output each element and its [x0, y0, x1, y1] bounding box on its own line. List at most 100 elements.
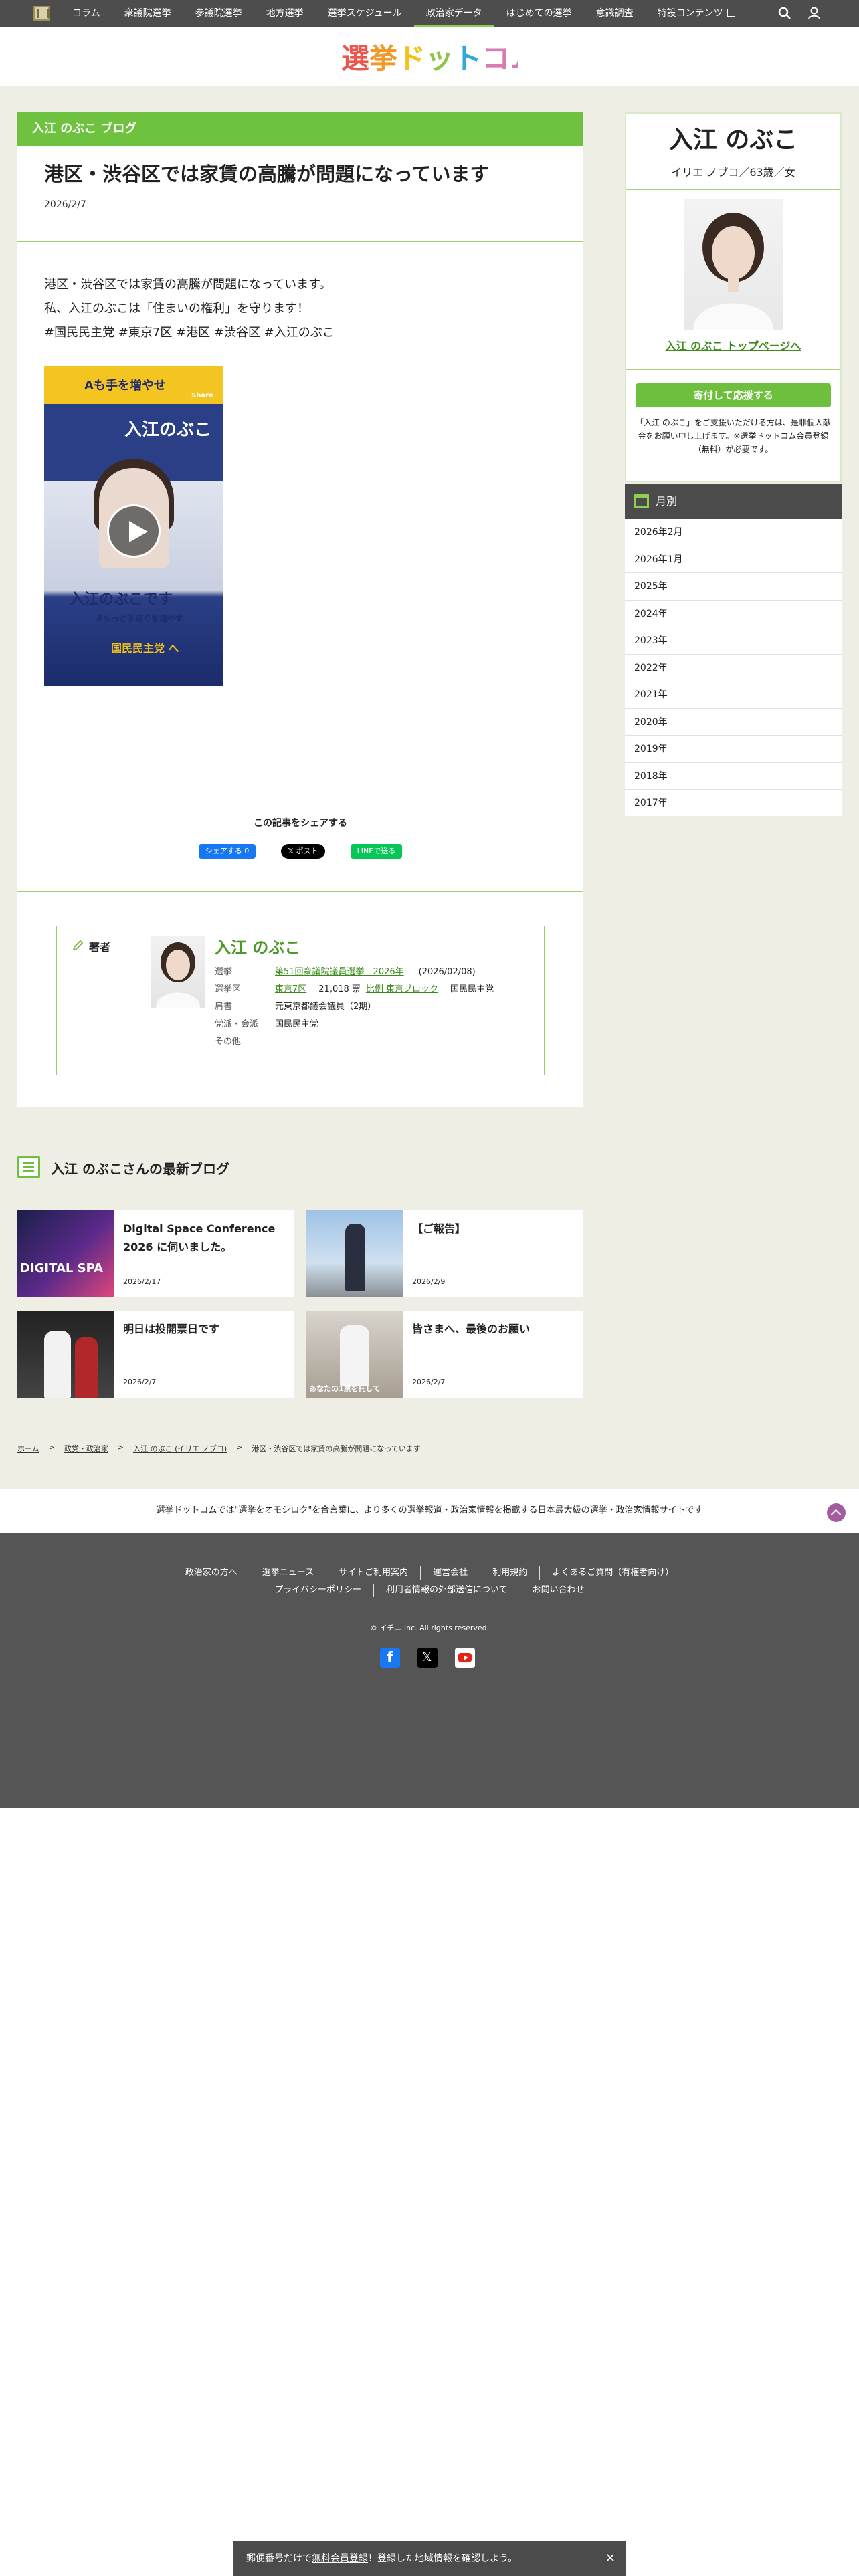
month-list: 2026年2月 2026年1月 2025年 2024年 2023年 2022年 … — [625, 519, 842, 817]
facebook-icon[interactable]: f — [380, 1648, 400, 1668]
article-title: 港区・渋谷区では家賃の高騰が問題になっています — [44, 163, 490, 185]
pr-block-link[interactable]: 比例 東京ブロック — [366, 984, 438, 994]
svg-text:コム: コム — [482, 42, 518, 74]
footer-link[interactable]: 利用者情報の外部送信について — [374, 1584, 520, 1597]
month-item[interactable]: 2025年 — [625, 573, 842, 601]
blog-card-title: 明日は投開票日です — [123, 1323, 220, 1335]
thumb-text: あなたの1票を託して — [309, 1384, 381, 1393]
breadcrumb: ホーム > 政党・政治家 > 入江 のぶこ (イリエ ノブコ) > 港区・渋谷区… — [17, 1443, 421, 1454]
divider — [17, 891, 583, 892]
month-item[interactable]: 2026年2月 — [625, 519, 842, 546]
divider — [626, 369, 840, 370]
nav-politicians[interactable]: 政治家データ — [413, 0, 494, 27]
close-icon[interactable]: ✕ — [605, 2541, 615, 2576]
user-icon[interactable] — [807, 6, 822, 21]
blog-card-date: 2026/2/7 — [123, 1378, 157, 1386]
line-share-button[interactable]: LINEで送る — [350, 844, 403, 859]
election-link[interactable]: 第51回衆議院議員選挙 2026年 — [275, 967, 404, 977]
signup-banner: 郵便番号だけで無料会員登録！登録した地域情報を確認しよう。 ✕ — [233, 2541, 626, 2576]
footer-links: 政治家の方へ 選挙ニュース サイトご利用案内 運営会社 利用規約 よくあるご質問… — [0, 1566, 859, 1597]
calendar-icon — [634, 494, 649, 508]
blog-card[interactable]: あなたの1票を託して 皆さまへ、最後のお願い 2026/2/7 — [306, 1311, 583, 1398]
embedded-video[interactable]: Aも手を増やせ Share 入江のぶこ 入江のぶこです #もっと手取りを増やす … — [44, 366, 223, 686]
row-key: 肩書 — [215, 1002, 233, 1012]
author-row-party: 党派・会派 国民民主党 — [215, 1016, 494, 1033]
footer-link[interactable]: お問い合わせ — [520, 1584, 597, 1597]
monthly-archive-title: 月別 — [656, 495, 678, 508]
profile-top-link[interactable]: 入江 のぶこ トップページへ — [626, 337, 840, 353]
body-hashtags[interactable]: #国民民主党 #東京7区 #港区 #渋谷区 #入江のぶこ — [44, 321, 335, 345]
nav-sangiin[interactable]: 参議院選挙 — [183, 0, 254, 27]
breadcrumb-separator: > — [236, 1443, 243, 1452]
search-icon[interactable] — [777, 6, 792, 21]
footer-link[interactable]: プライバシーポリシー — [262, 1584, 375, 1597]
body-line: 私、入江のぶこは「住まいの権利」を守ります！ — [44, 302, 309, 316]
blog-label[interactable]: 入江 のぶこ ブログ — [17, 112, 583, 146]
month-item[interactable]: 2021年 — [625, 681, 842, 709]
month-item[interactable]: 2024年 — [625, 601, 842, 627]
breadcrumb-separator: > — [48, 1443, 55, 1452]
donate-button[interactable]: 寄付して応援する — [636, 383, 831, 407]
site-logo[interactable]: 選 挙 ド ッ ト コム — [341, 40, 518, 74]
svg-text:ド: ド — [397, 42, 426, 74]
nav-local[interactable]: 地方選挙 — [254, 0, 316, 27]
article-card: 入江 のぶこ ブログ 港区・渋谷区では家賃の高騰が問題になっています 2026/… — [17, 112, 583, 1107]
svg-text:挙: 挙 — [369, 42, 398, 74]
video-share-label[interactable]: Share — [191, 392, 213, 399]
footer-link[interactable]: 選挙ニュース — [250, 1566, 327, 1580]
footer-link[interactable]: 政治家の方へ — [173, 1566, 250, 1580]
nav-first-election[interactable]: はじめての選挙 — [494, 0, 584, 27]
blog-card[interactable]: 【ご報告】 2026/2/9 — [306, 1210, 583, 1297]
svg-text:ト: ト — [454, 42, 482, 74]
month-item[interactable]: 2017年 — [625, 790, 842, 817]
breadcrumb-home[interactable]: ホーム — [17, 1443, 39, 1454]
nav-shugiin[interactable]: 衆議院選挙 — [112, 0, 183, 27]
footer-link[interactable]: よくあるご質問（有権者向け） — [540, 1566, 687, 1580]
blog-card-date: 2026/2/17 — [123, 1277, 161, 1286]
footer-link[interactable]: 利用規約 — [480, 1566, 541, 1580]
latest-blog-title: 入江 のぶこさんの最新ブログ — [51, 1161, 229, 1177]
back-to-top-icon[interactable] — [827, 1503, 846, 1522]
video-tagline: #もっと手取りを増やす — [96, 614, 184, 623]
footer-link[interactable]: 運営会社 — [421, 1566, 481, 1580]
footer-link[interactable]: サイトご利用案内 — [326, 1566, 421, 1580]
play-button-icon[interactable] — [107, 504, 161, 558]
author-label: 著者 — [89, 941, 111, 954]
author-name[interactable]: 入江 のぶこ — [215, 934, 300, 958]
month-item[interactable]: 2018年 — [625, 763, 842, 790]
nav-column[interactable]: コラム — [60, 0, 112, 27]
social-links: f 𝕏 — [380, 1648, 475, 1668]
row-value: 元東京都議会議員（2期） — [275, 1002, 377, 1012]
nav-special[interactable]: 特設コンテンツ — [646, 0, 747, 27]
nav-schedule[interactable]: 選挙スケジュール — [316, 0, 414, 27]
banner-signup-link[interactable]: 無料会員登録 — [312, 2553, 368, 2564]
books-icon[interactable] — [33, 6, 50, 21]
blog-card[interactable]: DIGITAL SPA Digital Space Conference 202… — [17, 1210, 294, 1297]
month-item[interactable]: 2019年 — [625, 736, 842, 763]
youtube-icon[interactable] — [455, 1648, 475, 1668]
facebook-share-button[interactable]: シェアする 0 — [198, 844, 256, 859]
month-item[interactable]: 2022年 — [625, 655, 842, 681]
author-details: 選挙 第51回衆議院議員選挙 2026年 (2026/02/08) 選挙区 東京7… — [215, 964, 494, 1051]
breadcrumb-profile[interactable]: 入江 のぶこ (イリエ ノブコ) — [133, 1443, 227, 1454]
monthly-archive-header: 月別 — [625, 484, 842, 519]
district-link[interactable]: 東京7区 — [275, 984, 306, 994]
blog-card[interactable]: 明日は投開票日です 2026/2/7 — [17, 1311, 294, 1398]
share-buttons: シェアする 0 𝕏 ポスト LINEで送る — [17, 844, 583, 859]
month-item[interactable]: 2020年 — [625, 709, 842, 736]
logo-graphic: 選 挙 ド ッ ト コム — [341, 42, 518, 74]
month-item[interactable]: 2026年1月 — [625, 546, 842, 573]
row-key: 選挙区 — [215, 984, 242, 994]
nav-survey[interactable]: 意識調査 — [584, 0, 646, 27]
blog-card-thumbnail — [17, 1311, 114, 1398]
svg-text:選: 選 — [341, 42, 370, 74]
share-title: この記事をシェアする — [254, 818, 347, 829]
author-photo — [151, 936, 205, 1008]
footer-row: 政治家の方へ 選挙ニュース サイトご利用案内 運営会社 利用規約 よくあるご質問… — [172, 1566, 687, 1580]
month-item[interactable]: 2023年 — [625, 627, 842, 655]
x-icon[interactable]: 𝕏 — [417, 1648, 438, 1668]
profile-photo[interactable] — [684, 199, 783, 330]
breadcrumb-politicians[interactable]: 政党・政治家 — [64, 1443, 108, 1454]
video-name-text: 入江のぶこ — [124, 420, 212, 440]
x-post-button[interactable]: 𝕏 ポスト — [281, 844, 325, 859]
